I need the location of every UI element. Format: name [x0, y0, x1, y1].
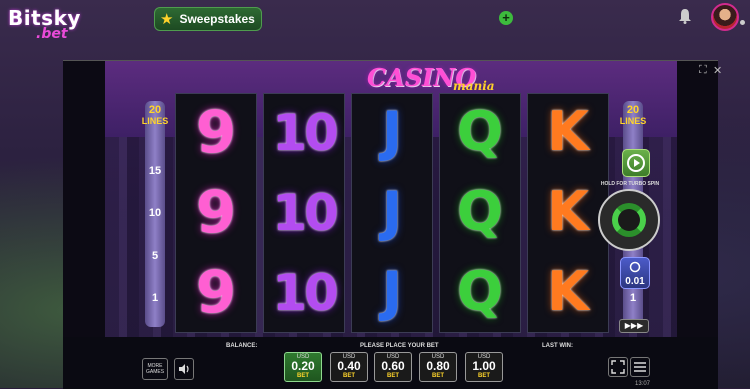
sweepstakes-button[interactable]: ★ Sweepstakes — [154, 7, 262, 31]
autoplay-button[interactable]: ▶▶▶ — [619, 319, 649, 333]
fullscreen-icon[interactable]: ⛶ — [699, 64, 707, 77]
bet-tag: BET — [387, 373, 399, 379]
bet-value: 1.00 — [472, 359, 496, 373]
coins-icon — [629, 261, 641, 273]
reel-symbol: 9 — [195, 178, 237, 246]
more-games-button[interactable]: MORE GAMES — [142, 358, 168, 380]
bet-value: 0.60 — [381, 359, 405, 373]
game-frame: ⛶ ✕ CASINO mania 20 LINES 15 10 5 1 9 9 … — [63, 60, 722, 389]
user-avatar[interactable] — [711, 3, 739, 31]
reel-symbol: Q — [457, 260, 503, 323]
reel-symbol: K — [547, 260, 589, 323]
spin-icon — [612, 203, 646, 237]
reel-symbol: K — [547, 100, 589, 163]
bet-tag: BET — [343, 373, 355, 379]
reel-symbol: 10 — [272, 184, 339, 242]
bet-tag: BET — [297, 373, 309, 379]
star-icon: ★ — [160, 11, 174, 28]
paytable-button[interactable] — [622, 149, 650, 177]
add-funds-button[interactable]: + — [499, 11, 513, 25]
bottom-bar: BALANCE: PLEASE PLACE YOUR BET LAST WIN:… — [63, 337, 718, 389]
line-marker: 10 — [148, 207, 162, 219]
last-win-label: LAST WIN: — [542, 343, 573, 349]
reel-symbol: K — [547, 180, 589, 243]
bet-option[interactable]: USD 0.80 BET — [419, 352, 457, 382]
expand-icon — [611, 360, 625, 374]
bet-option[interactable]: USD 0.60 BET — [374, 352, 412, 382]
place-bet-label: PLEASE PLACE YOUR BET — [360, 343, 439, 349]
lines-count: 20 — [626, 104, 640, 116]
bet-tag: BET — [432, 373, 444, 379]
reel-symbol: 10 — [272, 264, 339, 322]
bell-icon[interactable] — [678, 8, 692, 24]
game-scene: CASINO mania 20 LINES 15 10 5 1 9 9 9 10… — [105, 61, 677, 337]
reel-symbol: J — [381, 180, 403, 243]
lines-count: 20 — [148, 104, 162, 116]
game-subtitle: mania — [453, 79, 495, 93]
bitsky-logo[interactable]: Bitsky .bet — [8, 6, 98, 42]
fullscreen-button[interactable] — [608, 357, 628, 377]
reel-symbol: 9 — [195, 258, 237, 326]
status-dot — [740, 20, 745, 25]
logo-suffix: .bet — [36, 26, 68, 42]
coin-value: 0.01 — [625, 276, 645, 287]
balance-label: BALANCE: — [226, 343, 258, 349]
lines-label: LINES — [141, 116, 169, 126]
reel-1: 9 9 9 — [175, 93, 257, 333]
sweepstakes-label: Sweepstakes — [179, 12, 255, 26]
menu-button[interactable] — [630, 357, 650, 377]
spin-button[interactable]: HOLD FOR TURBO SPIN — [598, 181, 660, 251]
lines-label: LINES — [619, 116, 647, 126]
line-marker: 5 — [151, 250, 159, 262]
reel-symbol: J — [381, 100, 403, 163]
clock-text: 13:07 — [635, 381, 651, 387]
close-icon[interactable]: ✕ — [713, 64, 722, 77]
reel-symbol: J — [381, 260, 403, 323]
line-marker: 1 — [629, 292, 637, 304]
turbo-hint: HOLD FOR TURBO SPIN — [600, 181, 660, 187]
reel-3: J J J — [351, 93, 433, 333]
bet-value: 0.80 — [426, 359, 450, 373]
bet-option[interactable]: USD 1.00 BET — [465, 352, 503, 382]
bet-option[interactable]: USD 0.20 BET — [284, 352, 322, 382]
line-marker: 15 — [148, 165, 162, 177]
hamburger-icon — [634, 362, 646, 372]
play-icon — [627, 154, 645, 172]
reel-symbol: Q — [457, 180, 503, 243]
game-logo: CASINO mania — [367, 63, 517, 95]
reel-4: Q Q Q — [439, 93, 521, 333]
bet-option[interactable]: USD 0.40 BET — [330, 352, 368, 382]
bet-value: 0.20 — [291, 359, 315, 373]
reel-symbol: 9 — [195, 98, 237, 166]
bet-tag: BET — [478, 373, 490, 379]
line-marker: 1 — [151, 292, 159, 304]
reel-symbol: Q — [457, 100, 503, 163]
sound-button[interactable] — [174, 358, 194, 380]
coin-value-button[interactable]: 0.01 — [620, 257, 650, 289]
reel-5: K K K — [527, 93, 609, 333]
reel-symbol: 10 — [272, 104, 339, 162]
reel-2: 10 10 10 — [263, 93, 345, 333]
bet-value: 0.40 — [337, 359, 361, 373]
left-lines-bar: 20 LINES 15 10 5 1 — [142, 101, 168, 327]
speaker-icon — [179, 364, 189, 374]
